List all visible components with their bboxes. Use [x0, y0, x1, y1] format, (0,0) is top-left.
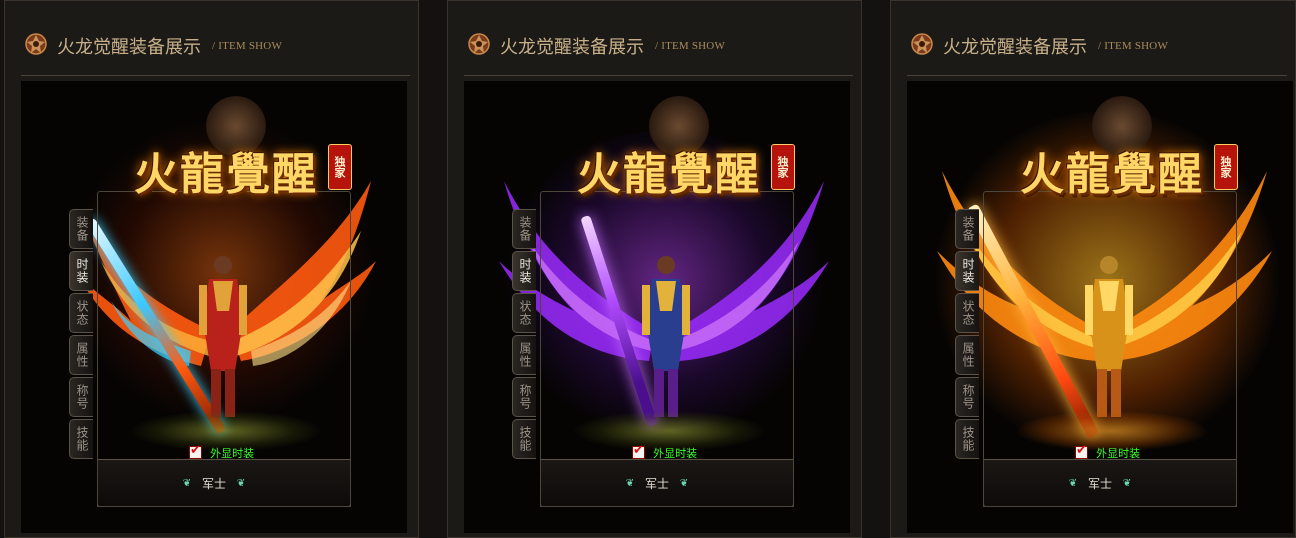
exclusive-badge: 独家	[771, 144, 795, 190]
header-divider	[464, 75, 853, 76]
dragon-crest-icon	[468, 33, 490, 55]
wing-emblem-right-icon: ❦	[679, 478, 689, 489]
fashion-checkbox-label: 外显时装	[210, 446, 255, 460]
fashion-checkbox-label: 外显时装	[1096, 446, 1141, 460]
tab-fashion[interactable]: 时装	[69, 251, 93, 291]
item-show-panel-2: 火龙觉醒装备展示 / ITEM SHOW 火龍覺醒 独家 装备 时装 状态 属性…	[447, 0, 862, 538]
tab-status[interactable]: 状态	[512, 293, 536, 333]
fashion-checkbox[interactable]	[1075, 443, 1088, 459]
class-label: 军士	[644, 477, 669, 491]
panel-title: 火龙觉醒装备展示	[500, 37, 644, 58]
tab-equipment[interactable]: 装备	[955, 209, 979, 249]
wing-emblem-left-icon: ❦	[625, 478, 635, 489]
tab-equipment[interactable]: 装备	[512, 209, 536, 249]
dragon-crest-icon	[911, 33, 933, 55]
panel-header: 火龙觉醒装备展示 / ITEM SHOW	[891, 1, 1295, 77]
logo-text: 火龍覺醒	[1020, 149, 1204, 200]
class-row: ❦ 军士 ❦	[464, 473, 850, 492]
panel-title: 火龙觉醒装备展示	[943, 37, 1087, 58]
dragon-crest-icon	[25, 33, 47, 55]
tab-title[interactable]: 称号	[512, 377, 536, 417]
header-divider	[907, 75, 1287, 76]
class-row: ❦ 军士 ❦	[907, 473, 1293, 492]
exclusive-badge: 独家	[328, 144, 352, 190]
tab-attributes[interactable]: 属性	[955, 335, 979, 375]
class-row: ❦ 军士 ❦	[21, 473, 407, 492]
panel-header: 火龙觉醒装备展示 / ITEM SHOW	[448, 1, 861, 77]
panel-subtitle: / ITEM SHOW	[1098, 40, 1169, 52]
show-fashion-toggle[interactable]: 外显时装	[632, 442, 698, 460]
fashion-checkbox[interactable]	[632, 443, 645, 459]
tab-skills[interactable]: 技能	[512, 419, 536, 459]
logo-text: 火龍覺醒	[134, 149, 318, 200]
header-divider	[21, 75, 410, 76]
class-label: 军士	[1087, 477, 1112, 491]
panel-header: 火龙觉醒装备展示 / ITEM SHOW	[5, 1, 418, 77]
panel-subtitle: / ITEM SHOW	[212, 40, 283, 52]
fashion-checkbox[interactable]	[189, 443, 202, 459]
class-label: 军士	[201, 477, 226, 491]
panel-title: 火龙觉醒装备展示	[57, 37, 201, 58]
tab-status[interactable]: 状态	[69, 293, 93, 333]
equipment-showcase: 火龍覺醒 独家 装备 时装 状态 属性 称号 技能 外显时装 ❦ 军士 ❦	[907, 81, 1293, 533]
tab-fashion[interactable]: 时装	[955, 251, 979, 291]
tab-title[interactable]: 称号	[955, 377, 979, 417]
tab-attributes[interactable]: 属性	[69, 335, 93, 375]
item-show-panel-3: 火龙觉醒装备展示 / ITEM SHOW 火龍覺醒 独家 装备 时装 状态 属性…	[890, 0, 1296, 538]
tab-fashion[interactable]: 时装	[512, 251, 536, 291]
show-fashion-toggle[interactable]: 外显时装	[1075, 442, 1141, 460]
show-fashion-toggle[interactable]: 外显时装	[189, 442, 255, 460]
tab-skills[interactable]: 技能	[69, 419, 93, 459]
tab-status[interactable]: 状态	[955, 293, 979, 333]
equipment-showcase: 火龍覺醒 独家 装备 时装 状态 属性 称号 技能 外显时装 ❦ 军士 ❦	[464, 81, 850, 533]
equipment-showcase: 火龍覺醒 独家 装备 时装 状态 属性 称号 技能 外显时装 ❦ 军士 ❦	[21, 81, 407, 533]
exclusive-badge: 独家	[1214, 144, 1238, 190]
item-show-panel-1: 火龙觉醒装备展示 / ITEM SHOW 火龍覺醒 独家 装备 时装 状态 属性…	[4, 0, 419, 538]
game-logo: 火龍覺醒 独家	[569, 96, 795, 200]
wing-emblem-left-icon: ❦	[1068, 478, 1078, 489]
tab-attributes[interactable]: 属性	[512, 335, 536, 375]
tab-equipment[interactable]: 装备	[69, 209, 93, 249]
game-logo: 火龍覺醒 独家	[126, 96, 352, 200]
wing-emblem-right-icon: ❦	[236, 478, 246, 489]
fashion-checkbox-label: 外显时装	[653, 446, 698, 460]
tab-skills[interactable]: 技能	[955, 419, 979, 459]
tab-title[interactable]: 称号	[69, 377, 93, 417]
game-logo: 火龍覺醒 独家	[1012, 96, 1238, 200]
logo-text: 火龍覺醒	[577, 149, 761, 200]
wing-emblem-left-icon: ❦	[182, 478, 192, 489]
wing-emblem-right-icon: ❦	[1122, 478, 1132, 489]
panel-subtitle: / ITEM SHOW	[655, 40, 726, 52]
